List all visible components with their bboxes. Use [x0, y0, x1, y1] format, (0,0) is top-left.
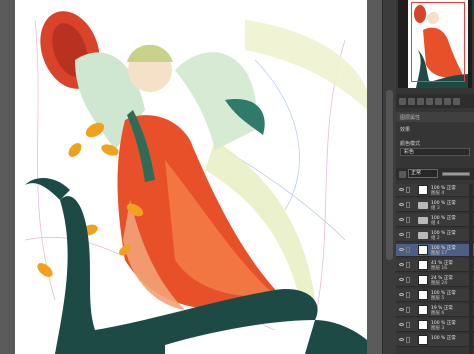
layer-name: 组 4: [431, 221, 440, 226]
color-mode-value: 彩色: [404, 149, 415, 155]
zoom-in-icon[interactable]: [408, 97, 415, 105]
layer-row[interactable]: 100 % 正常: [396, 334, 474, 347]
layer-list-scrollbar[interactable]: [469, 184, 473, 354]
layer-name: 图层 5: [431, 296, 445, 301]
visibility-eye-icon[interactable]: [399, 188, 404, 191]
layer-name: 组 2: [431, 236, 440, 241]
layer-row[interactable]: 100 % 正常组 3: [396, 199, 474, 212]
drawing-canvas[interactable]: [15, 0, 367, 354]
lock-icon[interactable]: [406, 202, 410, 208]
lock-icon[interactable]: [406, 292, 410, 298]
layer-thumbnail: [418, 185, 428, 195]
tab-layer-properties-label: 图层属性: [400, 114, 421, 121]
flip-icon[interactable]: [453, 97, 460, 105]
effect-label: 效果: [400, 127, 411, 133]
lock-icon[interactable]: [406, 322, 410, 328]
navigator-toolbar: [396, 94, 474, 108]
lock-icon[interactable]: [406, 277, 410, 283]
layer-name: 图层 6: [431, 311, 445, 316]
color-mode-label: 颜色模式: [400, 141, 421, 147]
layer-name: 图层 24: [431, 281, 448, 286]
visibility-eye-icon[interactable]: [399, 338, 404, 341]
zoom-out-icon[interactable]: [399, 97, 406, 105]
rotate-left-icon[interactable]: [435, 97, 442, 105]
layer-row[interactable]: 100 % 正常 图层 4: [396, 184, 474, 197]
layer-name: 图层 16: [431, 266, 448, 271]
layer-name: 图层 3: [431, 326, 445, 331]
lock-icon[interactable]: [406, 187, 410, 193]
tab-layer-properties[interactable]: 图层属性: [396, 112, 474, 122]
layer-thumbnail: [418, 305, 428, 315]
actual-size-icon[interactable]: [426, 97, 433, 105]
visibility-eye-icon[interactable]: [399, 248, 404, 251]
visibility-eye-icon[interactable]: [399, 323, 404, 326]
canvas-scrollbar-thumb[interactable]: [386, 90, 393, 260]
lock-icon[interactable]: [406, 262, 410, 268]
layer-row[interactable]: 24 % 正常 图层 24: [396, 274, 474, 287]
navigator-panel[interactable]: [398, 0, 472, 88]
layer-name: 图层 4: [431, 191, 445, 196]
layer-row[interactable]: 100 % 正常组 4: [396, 214, 474, 227]
layer-blend-info: 100 % 正常: [431, 336, 456, 341]
visibility-eye-icon[interactable]: [399, 218, 404, 221]
layer-thumbnail: [418, 245, 428, 255]
layer-menu-icon[interactable]: [399, 170, 406, 178]
visibility-eye-icon[interactable]: [399, 233, 404, 236]
visibility-eye-icon[interactable]: [399, 203, 404, 206]
layer-row[interactable]: 41 % 正常 图层 16: [396, 259, 474, 272]
lock-icon[interactable]: [406, 337, 410, 343]
layer-name: 组 3: [431, 206, 440, 211]
folder-icon: [418, 217, 428, 224]
visibility-eye-icon[interactable]: [399, 308, 404, 311]
blend-mode-value: 正常: [411, 170, 422, 176]
layer-thumbnail: [418, 290, 428, 300]
folder-icon: [418, 232, 428, 239]
layer-row[interactable]: 100 % 正常 图层 3: [396, 319, 474, 332]
right-panel: 图层属性 效果 颜色模式 彩色 正常 100 % 正常 图层 4 100 % 正常组…: [396, 0, 474, 354]
navigator-view-frame[interactable]: [411, 2, 465, 82]
opacity-slider-fill: [443, 173, 469, 175]
layer-row[interactable]: 100 % 正常 图层 5: [396, 289, 474, 302]
layer-list: 100 % 正常 图层 4 100 % 正常组 3 100 % 正常组 4 100 % …: [396, 184, 474, 354]
layer-row[interactable]: 100 % 正常 图层 17: [396, 244, 474, 257]
lock-icon[interactable]: [406, 232, 410, 238]
layer-name: 图层 17: [431, 251, 448, 256]
fit-icon[interactable]: [417, 97, 424, 105]
illustration: [24, 11, 367, 354]
lock-icon[interactable]: [406, 247, 410, 253]
rotate-right-icon[interactable]: [444, 97, 451, 105]
layer-row[interactable]: 100 % 正常组 2: [396, 229, 474, 242]
opacity-slider[interactable]: [442, 172, 470, 176]
layer-row[interactable]: 19 % 正常 图层 6: [396, 304, 474, 317]
layer-thumbnail: [418, 335, 428, 345]
layer-thumbnail: [418, 275, 428, 285]
blend-mode-select[interactable]: 正常: [408, 169, 438, 178]
layer-thumbnail: [418, 320, 428, 330]
canvas-area[interactable]: [0, 0, 382, 354]
canvas-scrollbar[interactable]: [382, 0, 397, 354]
visibility-eye-icon[interactable]: [399, 278, 404, 281]
visibility-eye-icon[interactable]: [399, 263, 404, 266]
visibility-eye-icon[interactable]: [399, 293, 404, 296]
lock-icon[interactable]: [406, 307, 410, 313]
folder-icon: [418, 202, 428, 209]
lock-icon[interactable]: [406, 217, 410, 223]
layer-thumbnail: [418, 260, 428, 270]
color-mode-select[interactable]: 彩色: [400, 148, 470, 156]
